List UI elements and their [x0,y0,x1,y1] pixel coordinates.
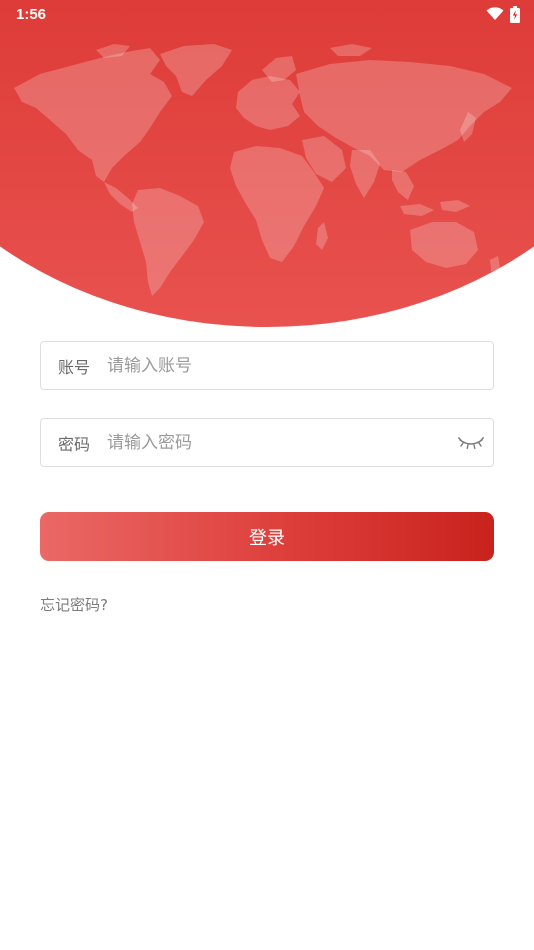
account-input[interactable] [107,342,493,389]
forgot-password-link[interactable]: 忘记密码? [40,594,108,615]
account-label: 账号 [58,357,91,377]
password-field: 密码 [40,418,494,467]
status-icons [486,5,520,23]
password-label: 密码 [58,434,91,454]
battery-charging-icon [510,5,520,23]
world-map-illustration [14,44,512,296]
password-visibility-toggle[interactable] [449,419,493,466]
header-banner [0,0,534,327]
eye-closed-icon [458,436,484,449]
login-button[interactable]: 登录 [40,512,494,561]
account-field: 账号 [40,341,494,390]
login-screen: 1:56 账号 密码 [0,0,534,950]
wifi-icon [486,7,504,20]
status-bar: 1:56 [0,0,534,28]
password-input[interactable] [107,419,449,466]
status-time: 1:56 [16,5,47,23]
